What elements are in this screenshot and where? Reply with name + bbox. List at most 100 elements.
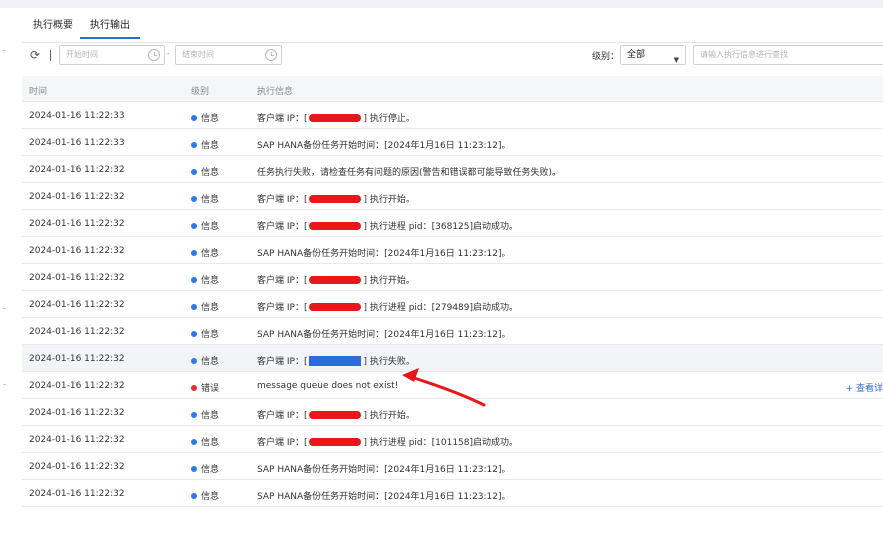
cell-level: 信息	[191, 435, 219, 448]
log-table: 时间 级别 执行信息 2024-01-16 11:22:33 信息 客户端 IP：[…	[22, 76, 883, 507]
column-header-time: 时间	[29, 87, 48, 97]
table-row[interactable]: 2024-01-16 11:22:33 信息 SAP HANA备份任务开始时间：[2…	[22, 129, 883, 156]
cell-level: 信息	[191, 111, 219, 124]
level-label: 级别：	[592, 52, 620, 62]
clock-icon	[148, 49, 160, 61]
cell-time: 2024-01-16 11:22:32	[29, 435, 125, 445]
table-row[interactable]: 2024-01-16 11:22:32 信息 SAP HANA备份任务开始时间：[2…	[22, 453, 883, 480]
message-text: 客户端 IP：[	[257, 114, 308, 124]
cell-level: 错误	[191, 381, 219, 394]
column-header-message: 执行信息	[257, 87, 294, 97]
message-text-suffix: ] 执行进程 pid：[368125]启动成功。	[363, 222, 519, 232]
cell-message: 客户端 IP：[ ] 执行停止。	[257, 111, 415, 124]
table-row[interactable]: 2024-01-16 11:22:32 信息 任务执行失败，请检查任务有问题的原因(…	[22, 156, 883, 183]
search-input[interactable]: 请输入执行信息进行查找	[693, 45, 883, 65]
cell-message: 任务执行失败，请检查任务有问题的原因(警告和错误都可能导致任务失败)。	[257, 165, 561, 178]
cell-level: 信息	[191, 462, 219, 475]
level-text: 信息	[201, 222, 220, 232]
table-row[interactable]: 2024-01-16 11:22:32 信息 SAP HANA备份任务开始时间：[2…	[22, 318, 883, 345]
info-dot-icon	[191, 358, 197, 364]
message-text: 客户端 IP：[	[257, 276, 308, 286]
message-text: 客户端 IP：[	[257, 303, 308, 313]
edge-tick	[3, 384, 6, 385]
cell-level: 信息	[191, 273, 219, 286]
message-text-suffix: ] 执行停止。	[363, 114, 415, 124]
table-row[interactable]: 2024-01-16 11:22:32 信息 客户端 IP：[] 执行开始。	[22, 183, 883, 210]
start-time-input[interactable]: 开始时间	[59, 45, 165, 65]
message-text: SAP HANA备份任务开始时间：[2024年1月16日 11:23:12]。	[257, 141, 511, 151]
message-text: 客户端 IP：[	[257, 222, 308, 232]
cell-time: 2024-01-16 11:22:32	[29, 273, 125, 283]
message-text-suffix: ] 执行开始。	[363, 276, 415, 286]
message-text: 任务执行失败，请检查任务有问题的原因(警告和错误都可能导致任务失败)。	[257, 168, 562, 178]
cell-time: 2024-01-16 11:22:33	[29, 111, 125, 121]
redaction-mark	[309, 356, 362, 366]
table-row[interactable]: 2024-01-16 11:22:32 信息 客户端 IP：[] 执行失败。	[22, 345, 883, 372]
cell-time: 2024-01-16 11:22:32	[29, 489, 125, 499]
table-row[interactable]: 2024-01-16 11:22:32 信息 客户端 IP：[] 执行进程 pid：…	[22, 210, 883, 237]
view-details-link[interactable]: + 查看详	[846, 381, 883, 394]
table-row[interactable]: 2024-01-16 11:22:32 信息 SAP HANA备份任务开始时间：[2…	[22, 237, 883, 264]
message-text-suffix: ] 执行失败。	[363, 357, 415, 367]
table-row[interactable]: 2024-01-16 11:22:32 信息 客户端 IP：[] 执行进程 pid：…	[22, 291, 883, 318]
left-strip	[0, 8, 22, 549]
cell-time: 2024-01-16 11:22:32	[29, 327, 125, 337]
level-text: 信息	[201, 303, 220, 313]
level-text: 信息	[201, 141, 220, 151]
info-dot-icon	[191, 115, 197, 121]
tab-summary[interactable]: 执行概要	[33, 16, 73, 37]
cell-message: SAP HANA备份任务开始时间：[2024年1月16日 11:23:12]。	[257, 462, 511, 475]
cell-time: 2024-01-16 11:22:32	[29, 300, 125, 310]
cell-level: 信息	[191, 192, 219, 205]
level-text: 信息	[201, 411, 220, 421]
cell-level: 信息	[191, 138, 219, 151]
cell-time: 2024-01-16 11:22:33	[29, 138, 125, 148]
refresh-icon[interactable]: ⟳	[28, 48, 42, 62]
info-dot-icon	[191, 466, 197, 472]
top-strip	[0, 0, 883, 8]
level-text: 信息	[201, 114, 220, 124]
table-header: 时间 级别 执行信息	[22, 76, 883, 102]
cell-time: 2024-01-16 11:22:32	[29, 462, 125, 472]
cell-message: 客户端 IP：[] 执行开始。	[257, 408, 415, 421]
message-text: SAP HANA备份任务开始时间：[2024年1月16日 11:23:12]。	[257, 492, 511, 502]
level-select[interactable]: 全部 ▼	[620, 45, 686, 65]
redaction-mark	[309, 114, 362, 122]
toolbar-divider	[50, 50, 51, 61]
info-dot-icon	[191, 304, 197, 310]
redaction-mark	[309, 222, 362, 230]
cell-message: 客户端 IP：[] 执行失败。	[257, 354, 415, 367]
table-row[interactable]: 2024-01-16 11:22:32 信息 客户端 IP：[] 执行开始。	[22, 399, 883, 426]
table-row[interactable]: 2024-01-16 11:22:32 信息 客户端 IP：[ ] 执行开始。	[22, 264, 883, 291]
edge-tick	[3, 50, 6, 51]
info-dot-icon	[191, 277, 197, 283]
search-placeholder: 请输入执行信息进行查找	[700, 50, 788, 59]
end-time-input[interactable]: 结束时间	[175, 45, 282, 65]
message-text: 客户端 IP：[	[257, 195, 308, 205]
table-row[interactable]: 2024-01-16 11:22:32 信息 客户端 IP：[] 执行进程 pid：…	[22, 426, 883, 453]
table-row[interactable]: 2024-01-16 11:22:33 信息 客户端 IP：[ ] 执行停止。	[22, 102, 883, 129]
message-text: SAP HANA备份任务开始时间：[2024年1月16日 11:23:12]。	[257, 249, 511, 259]
page: 执行概要 执行输出 ⟳ 开始时间 - 结束时间 级别： 全部 ▼ 请输入执行信息…	[0, 0, 883, 549]
message-text: 客户端 IP：[	[257, 411, 308, 421]
table-row[interactable]: 2024-01-16 11:22:32 错误 message queue does …	[22, 372, 883, 399]
cell-message: 客户端 IP：[] 执行进程 pid：[101158]启动成功。	[257, 435, 518, 448]
level-text: 信息	[201, 492, 220, 502]
level-text: 信息	[201, 249, 220, 259]
level-text: 信息	[201, 357, 220, 367]
message-text: SAP HANA备份任务开始时间：[2024年1月16日 11:23:12]。	[257, 330, 511, 340]
cell-time: 2024-01-16 11:22:32	[29, 381, 125, 391]
tab-output[interactable]: 执行输出	[80, 16, 140, 39]
cell-time: 2024-01-16 11:22:32	[29, 354, 125, 364]
clock-icon	[265, 49, 277, 61]
info-dot-icon	[191, 439, 197, 445]
level-select-value: 全部	[627, 50, 646, 60]
info-dot-icon	[191, 196, 197, 202]
info-dot-icon	[191, 331, 197, 337]
cell-level: 信息	[191, 408, 219, 421]
table-row[interactable]: 2024-01-16 11:22:32 信息 SAP HANA备份任务开始时间：[2…	[22, 480, 883, 507]
cell-time: 2024-01-16 11:22:32	[29, 246, 125, 256]
message-text-suffix: ] 执行开始。	[363, 195, 415, 205]
info-dot-icon	[191, 493, 197, 499]
cell-level: 信息	[191, 246, 219, 259]
